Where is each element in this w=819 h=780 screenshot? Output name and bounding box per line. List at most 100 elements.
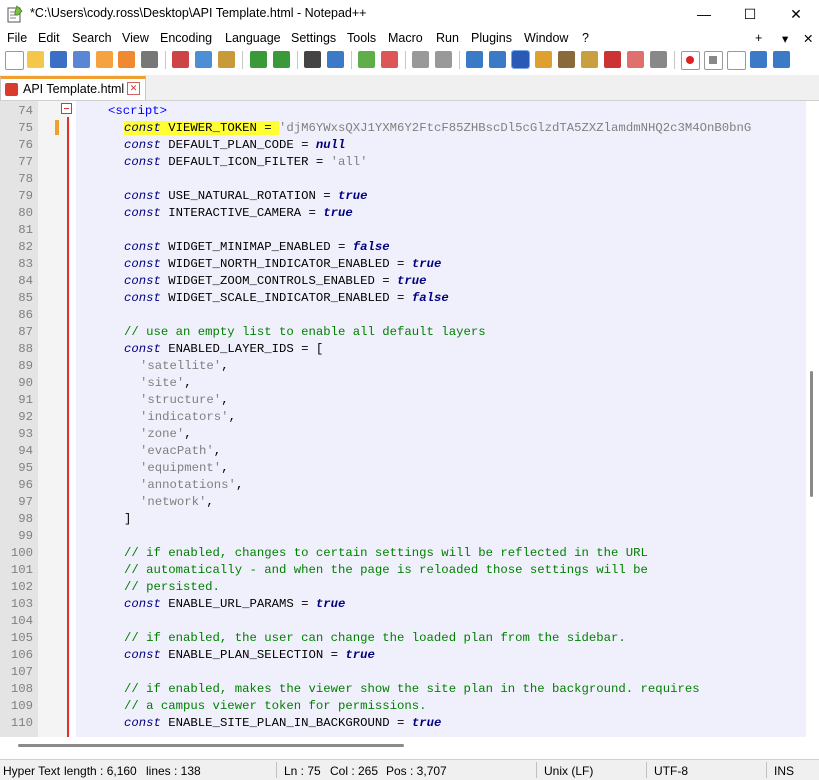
code-line[interactable]: 82 const WIDGET_MINIMAP_ENABLED = false [0, 239, 806, 256]
save-icon[interactable] [50, 51, 67, 68]
code-line[interactable]: 88 const ENABLED_LAYER_IDS = [ [0, 341, 806, 358]
code-line[interactable]: 94 'evacPath', [0, 443, 806, 460]
menu-encoding[interactable]: Encoding [160, 31, 212, 45]
monitoring-icon[interactable] [650, 51, 667, 68]
code-line[interactable]: 108 // if enabled, makes the viewer show … [0, 681, 806, 698]
code-line[interactable]: 81 [0, 222, 806, 239]
code-line[interactable]: 98] [0, 511, 806, 528]
menu-macro[interactable]: Macro [388, 31, 423, 45]
code-editor[interactable]: 74 <script> 75 const VIEWER_TOKEN = 'djM6YW… [0, 101, 806, 737]
horizontal-scrollbar[interactable] [0, 737, 806, 757]
code-line[interactable]: 85 const WIDGET_SCALE_INDICATOR_ENABLED =… [0, 290, 806, 307]
code-line[interactable]: 103 const ENABLE_URL_PARAMS = true [0, 596, 806, 613]
code-line[interactable]: 95 'equipment', [0, 460, 806, 477]
code-line[interactable]: 90 'site', [0, 375, 806, 392]
tab-close-icon[interactable]: ✕ [127, 82, 140, 95]
find-icon[interactable] [304, 51, 321, 68]
menu-help[interactable]: ? [582, 31, 589, 45]
horizontal-scroll-thumb[interactable] [18, 744, 404, 747]
code-line[interactable]: 84 const WIDGET_ZOOM_CONTROLS_ENABLED = t… [0, 273, 806, 290]
zoom-in-icon[interactable] [358, 51, 375, 68]
code-line[interactable]: 104 [0, 613, 806, 630]
menu-settings[interactable]: Settings [291, 31, 336, 45]
run-macro-multiple-icon[interactable] [750, 51, 767, 68]
menu-run[interactable]: Run [436, 31, 459, 45]
code-line[interactable]: 97 'network', [0, 494, 806, 511]
menu-file[interactable]: File [7, 31, 27, 45]
code-line[interactable]: 109 // a campus viewer token for permissi… [0, 698, 806, 715]
new-tab-button[interactable]: + [755, 31, 762, 45]
print-icon[interactable] [141, 51, 158, 68]
code-line[interactable]: 106 const ENABLE_PLAN_SELECTION = true [0, 647, 806, 664]
tab-api-template[interactable]: API Template.html ✕ [0, 76, 146, 100]
menu-edit[interactable]: Edit [38, 31, 60, 45]
close-icon[interactable] [96, 51, 113, 68]
show-all-characters-icon[interactable] [489, 51, 506, 68]
code-line[interactable]: 107 [0, 664, 806, 681]
record-macro-icon[interactable] [681, 51, 700, 70]
menu-search[interactable]: Search [72, 31, 112, 45]
word-wrap-icon[interactable] [466, 51, 483, 68]
save-macro-icon[interactable] [773, 51, 790, 68]
undo-icon[interactable] [250, 51, 267, 68]
menu-plugins[interactable]: Plugins [471, 31, 512, 45]
code-line[interactable]: 92 'indicators', [0, 409, 806, 426]
code-line[interactable]: 96 'annotations', [0, 477, 806, 494]
code-line[interactable]: 101 // automatically - and when the page … [0, 562, 806, 579]
code-line[interactable]: 99 [0, 528, 806, 545]
line-number: 90 [18, 376, 33, 390]
line-number: 84 [18, 274, 33, 288]
menu-language[interactable]: Language [225, 31, 281, 45]
code-line[interactable]: 102 // persisted. [0, 579, 806, 596]
tab-list-dropdown[interactable]: ▾ [782, 31, 788, 46]
sync-horizontal-icon[interactable] [435, 51, 452, 68]
code-line[interactable]: 80 const INTERACTIVE_CAMERA = true [0, 205, 806, 222]
cut-icon[interactable] [172, 51, 189, 68]
code-line[interactable]: 89 'satellite', [0, 358, 806, 375]
close-all-icon[interactable] [118, 51, 135, 68]
zoom-out-icon[interactable] [381, 51, 398, 68]
code-line[interactable]: 74 <script> [0, 103, 806, 120]
vertical-scrollbar[interactable] [806, 101, 819, 737]
save-all-icon[interactable] [73, 51, 90, 68]
open-file-icon[interactable] [27, 51, 44, 68]
code-line[interactable]: 77 const DEFAULT_ICON_FILTER = 'all' [0, 154, 806, 171]
folder-icon[interactable] [627, 51, 644, 68]
line-number: 80 [18, 206, 33, 220]
menu-window[interactable]: Window [524, 31, 568, 45]
function-list-icon[interactable] [581, 51, 598, 68]
menu-view[interactable]: View [122, 31, 149, 45]
code-text: const DEFAULT_PLAN_CODE = null [124, 138, 346, 152]
code-line[interactable]: 93 'zone', [0, 426, 806, 443]
new-file-icon[interactable] [5, 51, 24, 70]
code-line[interactable]: 100 // if enabled, changes to certain set… [0, 545, 806, 562]
sync-vertical-icon[interactable] [412, 51, 429, 68]
udl-icon[interactable] [535, 51, 552, 68]
code-line[interactable]: 79 const USE_NATURAL_ROTATION = true [0, 188, 806, 205]
code-line[interactable]: 75 const VIEWER_TOKEN = 'djM6YWxsQXJ1YXM6… [0, 120, 806, 137]
replace-icon[interactable] [327, 51, 344, 68]
folder-as-workspace-icon[interactable] [604, 51, 621, 68]
vertical-scroll-thumb[interactable] [810, 371, 813, 497]
copy-icon[interactable] [195, 51, 212, 68]
paste-icon[interactable] [218, 51, 235, 68]
stop-macro-icon[interactable] [704, 51, 723, 70]
code-line[interactable]: 86 [0, 307, 806, 324]
code-line[interactable]: 105 // if enabled, the user can change th… [0, 630, 806, 647]
maximize-button[interactable]: ☐ [727, 0, 773, 29]
code-text: 'equipment', [140, 461, 229, 475]
code-line[interactable]: 76 const DEFAULT_PLAN_CODE = null [0, 137, 806, 154]
code-line[interactable]: 91 'structure', [0, 392, 806, 409]
code-line[interactable]: 78 [0, 171, 806, 188]
code-line[interactable]: 110 const ENABLE_SITE_PLAN_IN_BACKGROUND … [0, 715, 806, 732]
minimize-button[interactable]: — [681, 0, 727, 29]
close-window-button[interactable]: ✕ [773, 0, 819, 29]
close-document-button[interactable]: ✕ [803, 31, 813, 46]
play-macro-icon[interactable] [727, 51, 746, 70]
redo-icon[interactable] [273, 51, 290, 68]
code-line[interactable]: 87 // use an empty list to enable all def… [0, 324, 806, 341]
code-line[interactable]: 83 const WIDGET_NORTH_INDICATOR_ENABLED =… [0, 256, 806, 273]
indent-guide-icon[interactable] [511, 50, 530, 69]
document-map-icon[interactable] [558, 51, 575, 68]
menu-tools[interactable]: Tools [347, 31, 376, 45]
